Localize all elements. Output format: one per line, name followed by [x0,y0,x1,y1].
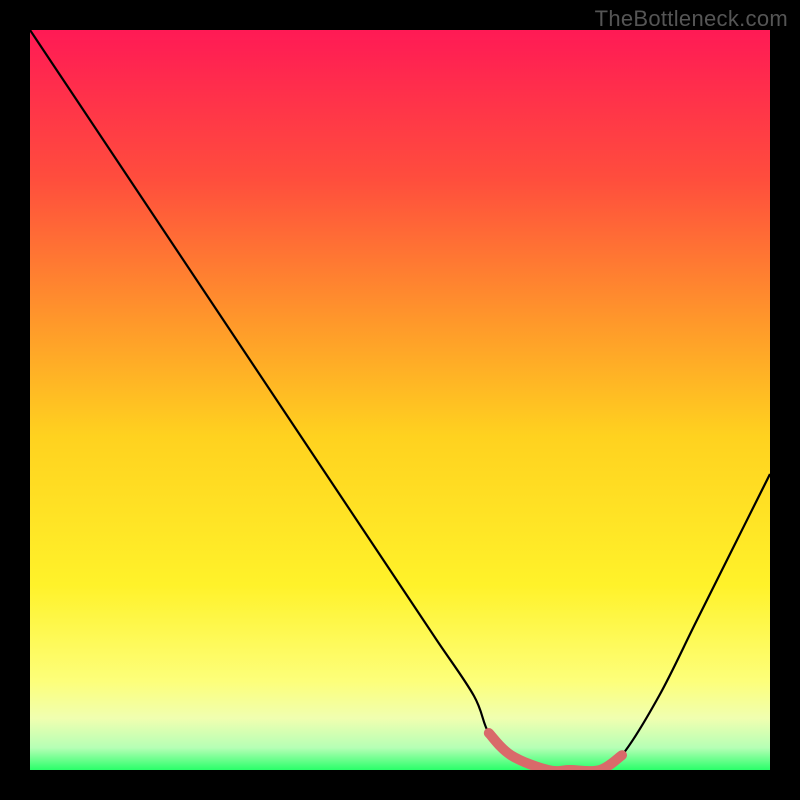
watermark-text: TheBottleneck.com [595,6,788,32]
curve-layer [30,30,770,770]
plot-area [30,30,770,770]
bottleneck-curve [30,30,770,770]
highlight-segment [489,733,622,770]
